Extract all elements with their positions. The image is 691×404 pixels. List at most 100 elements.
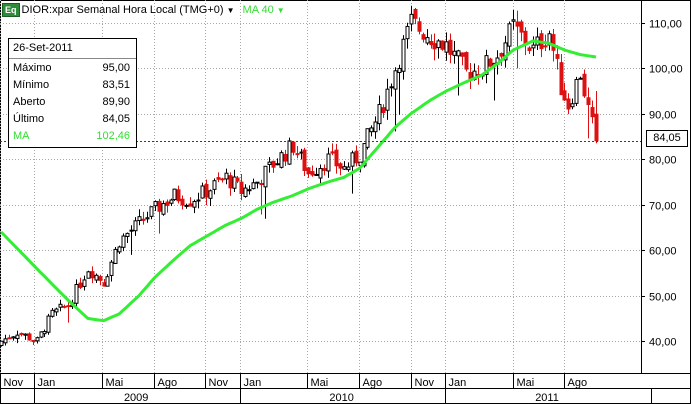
ma-dropdown-icon[interactable]: ▼ [277, 6, 285, 15]
y-tick-label: 80,00 [649, 155, 677, 167]
candle-body [527, 47, 532, 51]
candle-body [243, 187, 248, 198]
candle-body [590, 107, 595, 118]
candle-body [141, 218, 146, 221]
candle-body [19, 332, 24, 335]
candle-body [275, 163, 280, 166]
candle-body [263, 165, 268, 188]
candle-body [62, 305, 67, 308]
candle-body [239, 181, 244, 195]
candle-body [578, 77, 583, 80]
candle-body [0, 340, 4, 346]
candle-body [113, 248, 118, 264]
candle-body [267, 161, 272, 166]
info-row-maximo: Máximo 95,00 [13, 60, 130, 77]
candle-body [7, 337, 12, 340]
candle-body [338, 163, 343, 169]
x-tick-label: Nov [415, 377, 435, 389]
candle-body [117, 246, 122, 253]
candle-body [452, 50, 457, 56]
candle-body [519, 21, 524, 33]
candle-body [208, 190, 213, 199]
chart-title[interactable]: DIOR:xpar Semanal Hora Local (TMG+0) [22, 4, 224, 16]
info-date: 26-Set-2011 [13, 42, 73, 54]
candle-body [15, 334, 20, 340]
candle-body [105, 276, 110, 287]
ma-legend-label[interactable]: MA 40 [243, 4, 274, 16]
candle-body [318, 168, 323, 179]
candle-body [350, 152, 355, 167]
candle-body [570, 103, 575, 108]
candle-body [283, 153, 288, 162]
x-tick-label: Ago [568, 377, 588, 389]
info-label: MA [13, 130, 30, 142]
candle-body [27, 333, 32, 341]
chart-header: Eq DIOR:xpar Semanal Hora Local (TMG+0) ▼… [2, 2, 285, 18]
candle-body [559, 62, 564, 96]
candle-body [432, 43, 437, 50]
candle-body [401, 38, 406, 72]
info-row-ultimo: Último 84,05 [13, 111, 130, 128]
candle-body [488, 58, 493, 67]
candle-body [515, 21, 520, 27]
candle-body [50, 309, 55, 317]
candle-body [196, 199, 201, 202]
candle-body [192, 200, 197, 208]
y-tick-label: 40,00 [649, 337, 677, 349]
candle-body [409, 13, 414, 25]
candle-body [109, 261, 114, 276]
candle-body [129, 229, 134, 232]
year-label: 2010 [329, 392, 353, 404]
candle-body [259, 183, 264, 186]
y-tick-label: 70,00 [649, 201, 677, 213]
year-label: 2011 [535, 392, 559, 404]
candle-body [200, 185, 205, 199]
candle-body [188, 203, 193, 207]
candle-body [346, 166, 351, 171]
info-label: Máximo [13, 62, 52, 74]
candle-body [212, 180, 217, 190]
candle-body [448, 39, 453, 55]
candle-body [161, 203, 166, 215]
candle-body [172, 188, 177, 201]
y-axis: 40,00 50,00 60,00 70,00 80,00 90,00 100,00 110,… [641, 19, 683, 349]
title-dropdown-icon[interactable]: ▼ [227, 6, 235, 15]
candle-body [314, 173, 319, 176]
candle-body [165, 201, 170, 206]
equity-badge[interactable]: Eq [2, 3, 20, 18]
candle-body [405, 25, 410, 40]
candle-body [389, 86, 394, 89]
info-row-minimo: Mínimo 83,51 [13, 77, 130, 94]
info-value: 83,51 [102, 79, 130, 91]
candle-body [251, 182, 256, 190]
candle-body [145, 217, 150, 220]
candle-body [582, 73, 587, 97]
y-tick-label: 60,00 [649, 246, 677, 258]
candle-body [342, 166, 347, 170]
candle-body [291, 141, 296, 153]
candle-body [23, 333, 28, 336]
candle-body [460, 52, 465, 57]
candle-body [369, 127, 374, 133]
candle-body [271, 160, 276, 168]
info-label: Mínimo [13, 79, 50, 91]
candle-body [499, 52, 504, 57]
info-panel: 26-Set-2011 Máximo 95,00 Mínimo 83,51 Ab… [8, 38, 137, 148]
candle-body [133, 220, 138, 232]
candle-body [137, 216, 142, 222]
candle-body [397, 67, 402, 73]
candle-body [54, 308, 59, 313]
y-tick-label: 50,00 [649, 292, 677, 304]
x-tick-label: Mai [106, 377, 124, 389]
candle-body [586, 97, 591, 106]
y-tick-label: 100,00 [649, 64, 683, 76]
candle-body [464, 52, 469, 70]
candle-body [594, 113, 599, 142]
candle-body [184, 204, 189, 207]
candle-body [421, 34, 426, 40]
candle-body [531, 44, 536, 49]
x-tick-label: Jan [244, 377, 262, 389]
candle-body [566, 98, 571, 110]
candle-body [456, 50, 461, 57]
candle-body [149, 206, 154, 217]
